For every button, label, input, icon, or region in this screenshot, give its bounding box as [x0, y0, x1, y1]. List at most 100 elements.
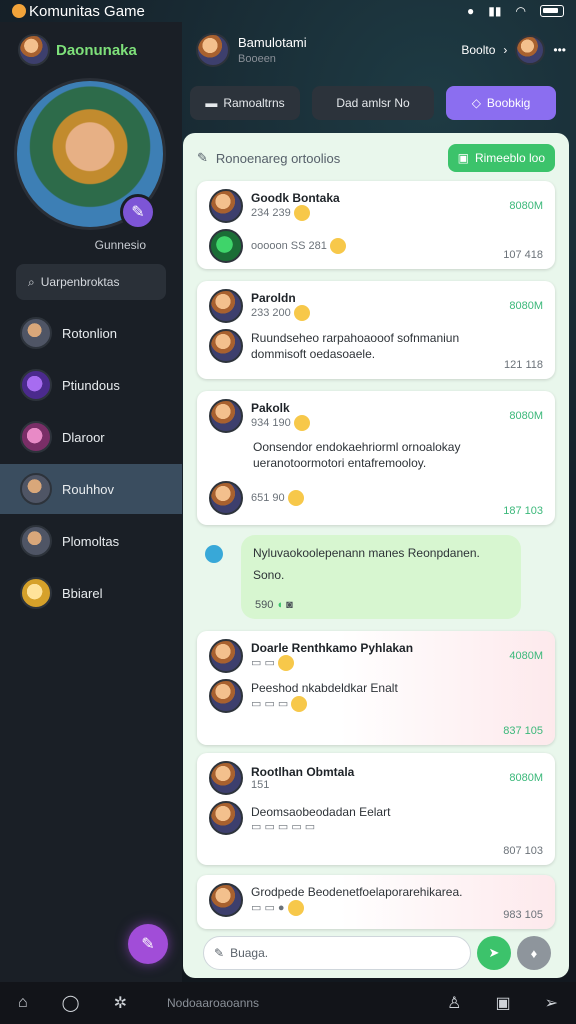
bottom-nav-right: ♙ ▣ ➢ — [447, 993, 558, 1013]
message-input[interactable]: ✎ Buaga. — [203, 936, 471, 970]
post-avatar[interactable] — [209, 639, 243, 673]
sidebar-search[interactable]: ⌕ Uarpenbroktas — [16, 264, 166, 300]
send-icon[interactable]: ➢ — [545, 993, 558, 1013]
post-time: 8080M — [509, 300, 543, 312]
post-time: 4080M — [509, 650, 543, 662]
reaction-icon[interactable]: ◖ — [276, 599, 283, 611]
settings-icon[interactable]: ✲ — [114, 993, 127, 1013]
feed-pill-button[interactable]: ▣ Rimeeblo loo — [447, 144, 555, 172]
sidebar-item-avatar — [20, 421, 52, 453]
emoji-icon — [293, 415, 310, 431]
post-author: Pakolk — [251, 401, 290, 415]
tab-3-active[interactable]: ◇ Boobkig — [446, 86, 556, 120]
post-meta: 151 — [251, 779, 270, 791]
post-time: 8080M — [509, 772, 543, 784]
post-count: 837 105 — [503, 725, 543, 737]
post-body-row: Peeshod nkabdeldkar Enalt ▭ ▭ ▭ — [209, 679, 543, 713]
person-icon[interactable]: ♙ — [447, 993, 461, 1013]
post-card[interactable]: Goodk Bontaka 234 239 8080M ooooon SS 28… — [197, 181, 555, 269]
post-card[interactable]: Paroldn 233 200 8080M Ruundseheo rarpaho… — [197, 281, 555, 379]
brand-name: Daonunaka — [56, 41, 137, 59]
sidebar-item-label: Bbiarel — [62, 585, 103, 601]
post-header: Goodk Bontaka 234 239 8080M — [209, 189, 543, 223]
post-author: Doarle Renthkamo Pyhlakan — [251, 641, 414, 655]
reply-avatar[interactable] — [209, 679, 243, 713]
compose-icon: ✎ — [141, 936, 155, 953]
header-user-avatar[interactable] — [515, 35, 546, 65]
emoji-icon — [329, 238, 346, 254]
reaction-icon[interactable]: ◙ — [286, 599, 293, 611]
brand[interactable]: Daonunaka — [18, 34, 137, 66]
reply-meta: 651 90 — [251, 490, 304, 506]
bottom-nav-label: Nodoaaroaoanns — [166, 996, 260, 1010]
sidebar-item-avatar — [20, 369, 52, 401]
sidebar-item[interactable]: Plomoltas — [0, 516, 182, 566]
post-card[interactable]: Pakolk 934 190 8080M Oonsendor endokaehr… — [197, 391, 555, 525]
hero-caption: Gunnesio — [94, 238, 146, 252]
tab-icon: ◇ — [471, 96, 481, 110]
tab-1[interactable]: ▬ Ramoaltrns — [190, 86, 300, 120]
sidebar-list: Rotonlion Ptiundous Dlaroor Rouhhov Plom… — [0, 308, 182, 620]
send-button[interactable]: ➤ — [477, 936, 511, 970]
pencil-icon: ✎ — [214, 946, 225, 960]
sidebar-item-avatar — [20, 317, 52, 349]
bubble-footer-text: 590 — [255, 599, 274, 611]
post-avatar[interactable] — [209, 399, 243, 433]
chevron-icon[interactable]: › — [503, 43, 507, 57]
post-avatar[interactable] — [209, 883, 243, 917]
bubble-icon — [205, 545, 223, 563]
post-body-row: Ruundseheo rarpahoaooof sofnmaniun dommi… — [209, 329, 543, 363]
post-avatar[interactable] — [209, 189, 243, 223]
post-reactions: ▭ ▭ ● — [251, 900, 463, 916]
more-icon[interactable]: ••• — [553, 43, 566, 57]
image-icon[interactable]: ▣ — [495, 993, 510, 1013]
sidebar-item[interactable]: Dlaroor — [0, 412, 182, 462]
feed-panel: ✎ Ronoenareg ortoolios ▣ Rimeeblo loo Go… — [183, 133, 569, 978]
edit-profile-button[interactable]: ✎ — [120, 194, 156, 230]
sidebar-item-active[interactable]: Rouhhov — [0, 464, 182, 514]
post-count: 121 118 — [504, 359, 543, 371]
post-avatar[interactable] — [209, 761, 243, 795]
mic-button[interactable]: ♦ — [517, 936, 551, 970]
post-meta: ▭ ▭ — [251, 655, 413, 671]
message-placeholder: Buaga. — [230, 946, 269, 960]
post-text: Ruundseheo rarpahoaooof sofnmaniun dommi… — [251, 331, 460, 361]
home-icon[interactable]: ⌂ — [18, 994, 28, 1012]
header-avatar[interactable] — [196, 33, 230, 67]
reply-avatar[interactable] — [209, 229, 243, 263]
feed-top-placeholder[interactable]: Ronoenareg ortoolios — [216, 151, 340, 166]
post-count: 807 103 — [503, 845, 543, 857]
post-text: Oonsendor endokaehriorml ornoalokay uera… — [253, 440, 461, 470]
status-icons: ● ▮▮ ◠ — [467, 4, 564, 18]
status-bar: Komunitas Game ● ▮▮ ◠ — [0, 0, 576, 22]
reply-avatar[interactable] — [209, 481, 243, 515]
post-count: 107 418 — [503, 249, 543, 261]
post-card[interactable]: Grodpede Beodenetfoelaporarehikarea. ▭ ▭… — [197, 875, 555, 929]
reply-meta-text: 651 90 — [251, 491, 285, 504]
post-card[interactable]: Doarle Renthkamo Pyhlakan ▭ ▭ 4080M Pees… — [197, 631, 555, 745]
bubble-line-text: Sono. — [253, 568, 285, 582]
chat-icon[interactable]: ◯ — [62, 993, 80, 1013]
search-placeholder: Uarpenbroktas — [40, 275, 120, 289]
reply-avatar[interactable] — [209, 329, 243, 363]
reply-avatar[interactable] — [209, 801, 243, 835]
wifi-icon: ◠ — [515, 4, 526, 18]
post-author: Goodk Bontaka — [251, 191, 340, 205]
compose-fab-button[interactable]: ✎ — [128, 924, 168, 964]
record-icon: ● — [467, 4, 475, 18]
post-meta-text: 233 200 — [251, 306, 291, 319]
header-right-label[interactable]: Boolto — [461, 43, 495, 57]
post-avatar[interactable] — [209, 289, 243, 323]
post-card[interactable]: Rootlhan Obmtala 151 8080M Deomsaobeodad… — [197, 753, 555, 865]
sidebar-item[interactable]: Rotonlion — [0, 308, 182, 358]
emoji-icon — [293, 205, 310, 221]
sidebar-item[interactable]: Ptiundous — [0, 360, 182, 410]
pencil-icon: ✎ — [197, 150, 208, 165]
post-header: Grodpede Beodenetfoelaporarehikarea. ▭ ▭… — [209, 883, 543, 917]
sidebar-item-label: Plomoltas — [62, 533, 120, 549]
tab-2[interactable]: Dad amlsr No — [312, 86, 434, 120]
sidebar-item[interactable]: Bbiarel — [0, 568, 182, 618]
header-text: Bamulotami Booeen — [238, 35, 307, 65]
feed-pill-label: Rimeeblo loo — [474, 151, 545, 165]
post-header: Rootlhan Obmtala 151 8080M — [209, 761, 543, 795]
